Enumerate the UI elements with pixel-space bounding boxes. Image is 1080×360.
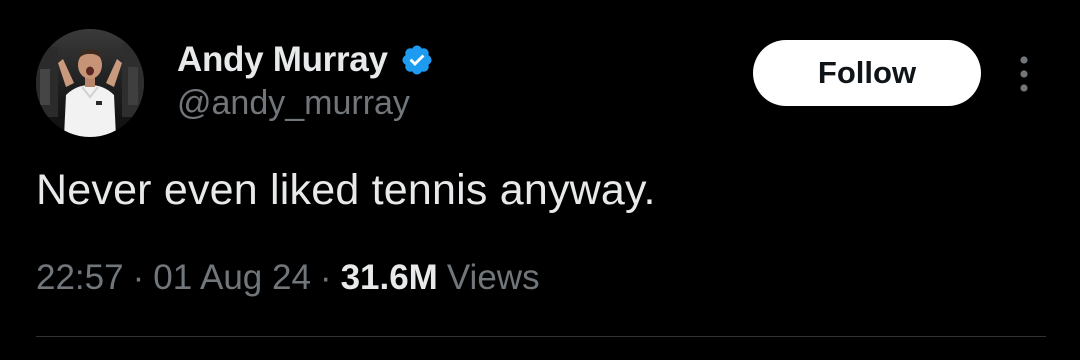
more-vertical-icon[interactable]: [1010, 52, 1038, 96]
author-handle[interactable]: @andy_murray: [177, 84, 410, 123]
display-name[interactable]: Andy Murray: [177, 40, 388, 80]
divider: [36, 336, 1046, 337]
meta-separator: ·: [319, 258, 332, 297]
views-label[interactable]: Views: [447, 258, 540, 298]
views-count[interactable]: 31.6M: [341, 258, 438, 298]
avatar[interactable]: [36, 29, 144, 137]
tweet-meta: 22:57 · 01 Aug 24 · 31.6M Views: [36, 258, 540, 298]
tweet-date[interactable]: 01 Aug 24: [153, 258, 311, 298]
follow-button[interactable]: Follow: [753, 40, 981, 106]
tweet-card: Andy Murray @andy_murray Follow Never ev…: [0, 0, 1080, 360]
meta-separator: ·: [132, 258, 145, 297]
avatar-photo: [36, 29, 144, 137]
tweet-text: Never even liked tennis anyway.: [36, 166, 656, 214]
tweet-time[interactable]: 22:57: [36, 258, 124, 298]
author-name-row[interactable]: Andy Murray: [177, 38, 434, 82]
verified-badge-icon: [400, 43, 434, 77]
